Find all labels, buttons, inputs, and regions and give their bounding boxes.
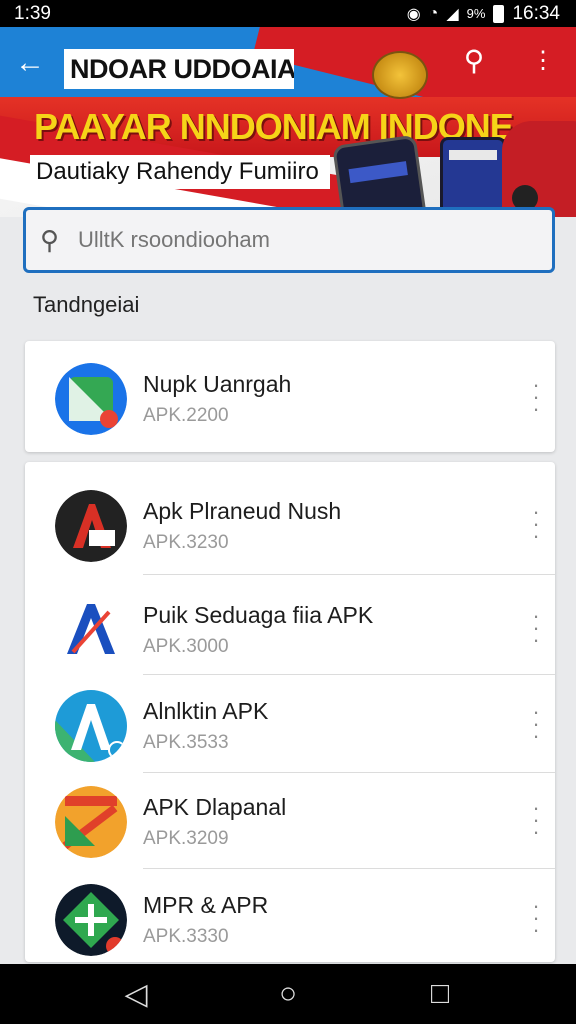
search-field-icon: ⚲ bbox=[40, 224, 60, 255]
search-icon[interactable]: ⚲ bbox=[454, 41, 494, 81]
app-name: Puik Seduaga fiia APK bbox=[143, 602, 374, 628]
overflow-menu-icon[interactable]: · · · bbox=[527, 797, 545, 843]
app-meta: APK.3330 bbox=[143, 926, 229, 947]
status-bar: 1:39 ◉ ◔ ◢ 9% 16:34 bbox=[0, 0, 576, 27]
app-card[interactable]: Nupk Uanrgah APK.2200 · · · bbox=[25, 341, 555, 452]
status-icons: ◉ ◔ ◢ 9% 16:34 bbox=[407, 3, 560, 25]
divider bbox=[143, 574, 555, 575]
divider bbox=[143, 674, 555, 675]
app-list-card: Apk Plraneud Nush APK.3230 · · · Puik Sedu… bbox=[25, 462, 555, 962]
list-item[interactable]: Apk Plraneud Nush APK.3230 · · · bbox=[25, 476, 555, 572]
app-name: MPR & APR bbox=[143, 892, 269, 918]
blue-a-app-icon bbox=[55, 594, 127, 666]
overflow-menu-icon[interactable]: · · · bbox=[527, 605, 545, 651]
home-nav-icon[interactable]: ○ bbox=[263, 977, 313, 1011]
recents-nav-icon[interactable]: □ bbox=[415, 977, 465, 1011]
app-meta: APK.3533 bbox=[143, 732, 229, 753]
battery-percent: 9% bbox=[466, 6, 486, 21]
garuda-emblem-icon bbox=[372, 51, 428, 99]
phone-image-2 bbox=[440, 137, 506, 217]
app-meta: APK.3209 bbox=[143, 828, 229, 849]
battery-icon bbox=[493, 4, 505, 23]
overflow-menu-icon[interactable]: · · · bbox=[527, 701, 545, 747]
green-a-app-icon bbox=[55, 690, 127, 762]
overflow-menu-icon[interactable]: · · · bbox=[527, 374, 545, 420]
app-name: APK Dlapanal bbox=[143, 794, 287, 820]
overflow-menu-icon[interactable]: · · · bbox=[527, 501, 545, 547]
app-name: Alnlktin APK bbox=[143, 698, 269, 724]
account-icon[interactable]: ⋮ bbox=[523, 41, 563, 81]
list-item[interactable]: Nupk Uanrgah APK.2200 · · · bbox=[25, 349, 555, 445]
list-item[interactable]: APK Dlapanal APK.3209 · · · bbox=[25, 772, 555, 868]
app-meta: APK.3230 bbox=[143, 532, 229, 553]
search-input[interactable] bbox=[70, 227, 510, 253]
app-meta: APK.2200 bbox=[143, 405, 229, 426]
divider bbox=[143, 868, 555, 869]
alarm-icon: ◉ bbox=[406, 5, 421, 23]
maps-app-icon bbox=[55, 363, 127, 435]
car-image bbox=[502, 121, 576, 217]
status-time: 1:39 bbox=[14, 2, 51, 24]
header-banner: ← NDOAR UDDOAIAI ⚲ ⋮ PAAYAR NNDONIAM IND… bbox=[0, 27, 576, 217]
list-item[interactable]: Alnlktin APK APK.3533 · · · bbox=[25, 676, 555, 772]
back-arrow-icon[interactable]: ← bbox=[12, 47, 48, 83]
status-clock: 16:34 bbox=[512, 2, 560, 24]
signal-icon: ◢ bbox=[446, 5, 459, 23]
app-name: Apk Plraneud Nush bbox=[143, 498, 342, 524]
search-bar[interactable]: ⚲ bbox=[23, 207, 555, 273]
overflow-menu-icon[interactable]: · · · bbox=[527, 895, 545, 941]
app-meta: APK.3000 bbox=[143, 636, 229, 657]
phone-image bbox=[332, 134, 428, 217]
banner-subtitle: Dautiaky Rahendy Fumiiro bbox=[30, 155, 330, 189]
banner-title: NDOAR UDDOAIAI bbox=[64, 49, 294, 89]
back-nav-icon[interactable]: ◁ bbox=[111, 977, 161, 1012]
diamond-app-icon bbox=[55, 884, 127, 956]
orange-app-icon bbox=[55, 786, 127, 858]
app-name: Nupk Uanrgah bbox=[143, 371, 292, 397]
wifi-icon: ◔ bbox=[428, 4, 439, 22]
red-a-app-icon bbox=[55, 490, 127, 562]
section-title: Tandngeiai bbox=[33, 292, 140, 317]
list-item[interactable]: Puik Seduaga fiia APK APK.3000 · · · bbox=[25, 580, 555, 676]
navigation-bar: ◁ ○ □ bbox=[0, 964, 576, 1024]
list-item[interactable]: MPR & APR APK.3330 · · · bbox=[25, 870, 555, 966]
